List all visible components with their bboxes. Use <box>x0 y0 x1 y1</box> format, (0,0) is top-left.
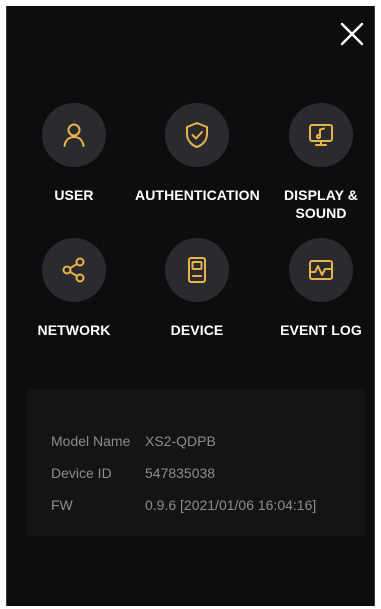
menu-item-label: NETWORK <box>37 322 111 338</box>
info-value: 547835038 <box>145 465 216 481</box>
close-button[interactable] <box>338 20 366 48</box>
user-icon <box>63 123 85 147</box>
info-value: 0.9.6 [2021/01/06 16:04:16] <box>145 497 317 513</box>
monitor-music-icon <box>309 124 333 146</box>
close-icon[interactable] <box>338 20 366 48</box>
settings-panel: USER AUTHENTICATION DISPLAY & SOUND NETW… <box>6 6 375 606</box>
info-row-model-name: Model Name XS2-QDPB <box>51 433 216 449</box>
device-icon-circle[interactable] <box>165 238 229 302</box>
info-value: XS2-QDPB <box>145 433 216 449</box>
menu-item-display-sound[interactable]: DISPLAY & SOUND <box>259 103 381 222</box>
shield-check-icon <box>186 122 208 148</box>
menu-item-event-log[interactable]: EVENT LOG <box>259 238 381 339</box>
authentication-icon-circle[interactable] <box>165 103 229 167</box>
info-key: Device ID <box>51 465 112 481</box>
device-icon <box>188 257 206 283</box>
menu-item-label: USER <box>54 187 94 203</box>
share-icon <box>62 257 85 283</box>
menu-item-label: DISPLAY & SOUND <box>283 187 359 221</box>
menu-item-label: AUTHENTICATION <box>135 187 260 203</box>
menu-item-device[interactable]: DEVICE <box>135 238 259 339</box>
event-log-icon-circle[interactable] <box>289 238 353 302</box>
info-row-firmware: FW 0.9.6 [2021/01/06 16:04:16] <box>51 497 316 513</box>
info-row-device-id: Device ID 547835038 <box>51 465 215 481</box>
info-key: FW <box>51 497 73 513</box>
menu-item-network[interactable]: NETWORK <box>12 238 136 339</box>
info-key: Model Name <box>51 433 131 449</box>
menu-item-label: DEVICE <box>170 322 224 338</box>
display-sound-icon-circle[interactable] <box>289 103 353 167</box>
event-log-icon <box>309 260 333 280</box>
menu-item-label: EVENT LOG <box>280 322 362 338</box>
device-info-panel: Model Name XS2-QDPB Device ID 547835038 FW… <box>27 389 365 536</box>
network-icon-circle[interactable] <box>42 238 106 302</box>
menu-grid: USER AUTHENTICATION DISPLAY & SOUND NETW… <box>7 103 376 373</box>
menu-item-user[interactable]: USER <box>12 103 136 204</box>
user-icon-circle[interactable] <box>42 103 106 167</box>
menu-item-authentication[interactable]: AUTHENTICATION <box>135 103 260 204</box>
